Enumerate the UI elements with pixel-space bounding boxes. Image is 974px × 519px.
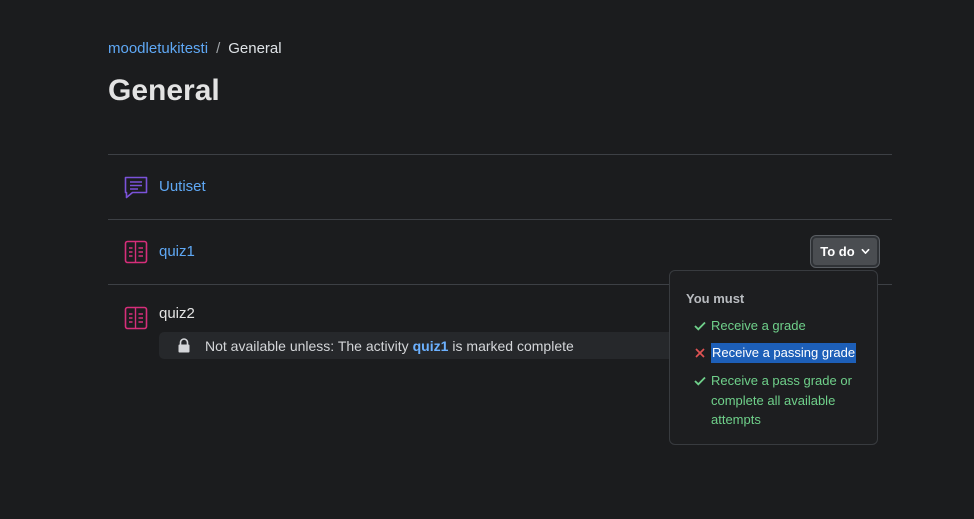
chevron-down-icon <box>861 248 870 254</box>
breadcrumb-separator: / <box>216 40 221 57</box>
page-title: General <box>108 74 220 107</box>
todo-button-label: To do <box>820 244 855 259</box>
condition-text: Receive a pass grade or complete all ava… <box>711 373 852 427</box>
check-icon <box>694 316 706 335</box>
activity-link-uutiset[interactable]: Uutiset <box>159 178 206 195</box>
quiz-icon <box>124 240 148 264</box>
activity-item-uutiset: Uutiset <box>108 155 892 220</box>
cross-icon <box>694 343 706 362</box>
condition-text: Receive a grade <box>711 318 806 333</box>
breadcrumb-course-link[interactable]: moodletukitesti <box>108 40 208 57</box>
activity-link-quiz1[interactable]: quiz1 <box>159 243 195 260</box>
activity-name-quiz2: quiz2 <box>159 305 195 322</box>
completion-todo-button[interactable]: To do <box>811 236 879 267</box>
restriction-activity-link[interactable]: quiz1 <box>413 338 449 354</box>
completion-dropdown: You must Receive a grade Receive a passi… <box>669 270 878 445</box>
condition-item: Receive a pass grade or complete all ava… <box>694 371 854 430</box>
lock-icon <box>178 338 190 353</box>
condition-item: Receive a grade <box>694 316 806 336</box>
condition-item: Receive a passing grade <box>694 343 857 363</box>
breadcrumb: moodletukitesti / General <box>108 40 282 57</box>
check-icon <box>694 371 706 390</box>
condition-text: Receive a passing grade <box>711 343 857 363</box>
forum-icon <box>124 176 148 199</box>
availability-restriction: Not available unless: The activity quiz1… <box>159 332 679 359</box>
course-section-page: moodletukitesti / General General Uutise… <box>0 0 974 519</box>
restriction-suffix: is marked complete <box>452 337 574 354</box>
completion-heading: You must <box>686 291 745 306</box>
breadcrumb-current: General <box>228 40 282 57</box>
restriction-prefix: Not available unless: The activity <box>205 337 409 354</box>
quiz-icon <box>124 306 148 330</box>
